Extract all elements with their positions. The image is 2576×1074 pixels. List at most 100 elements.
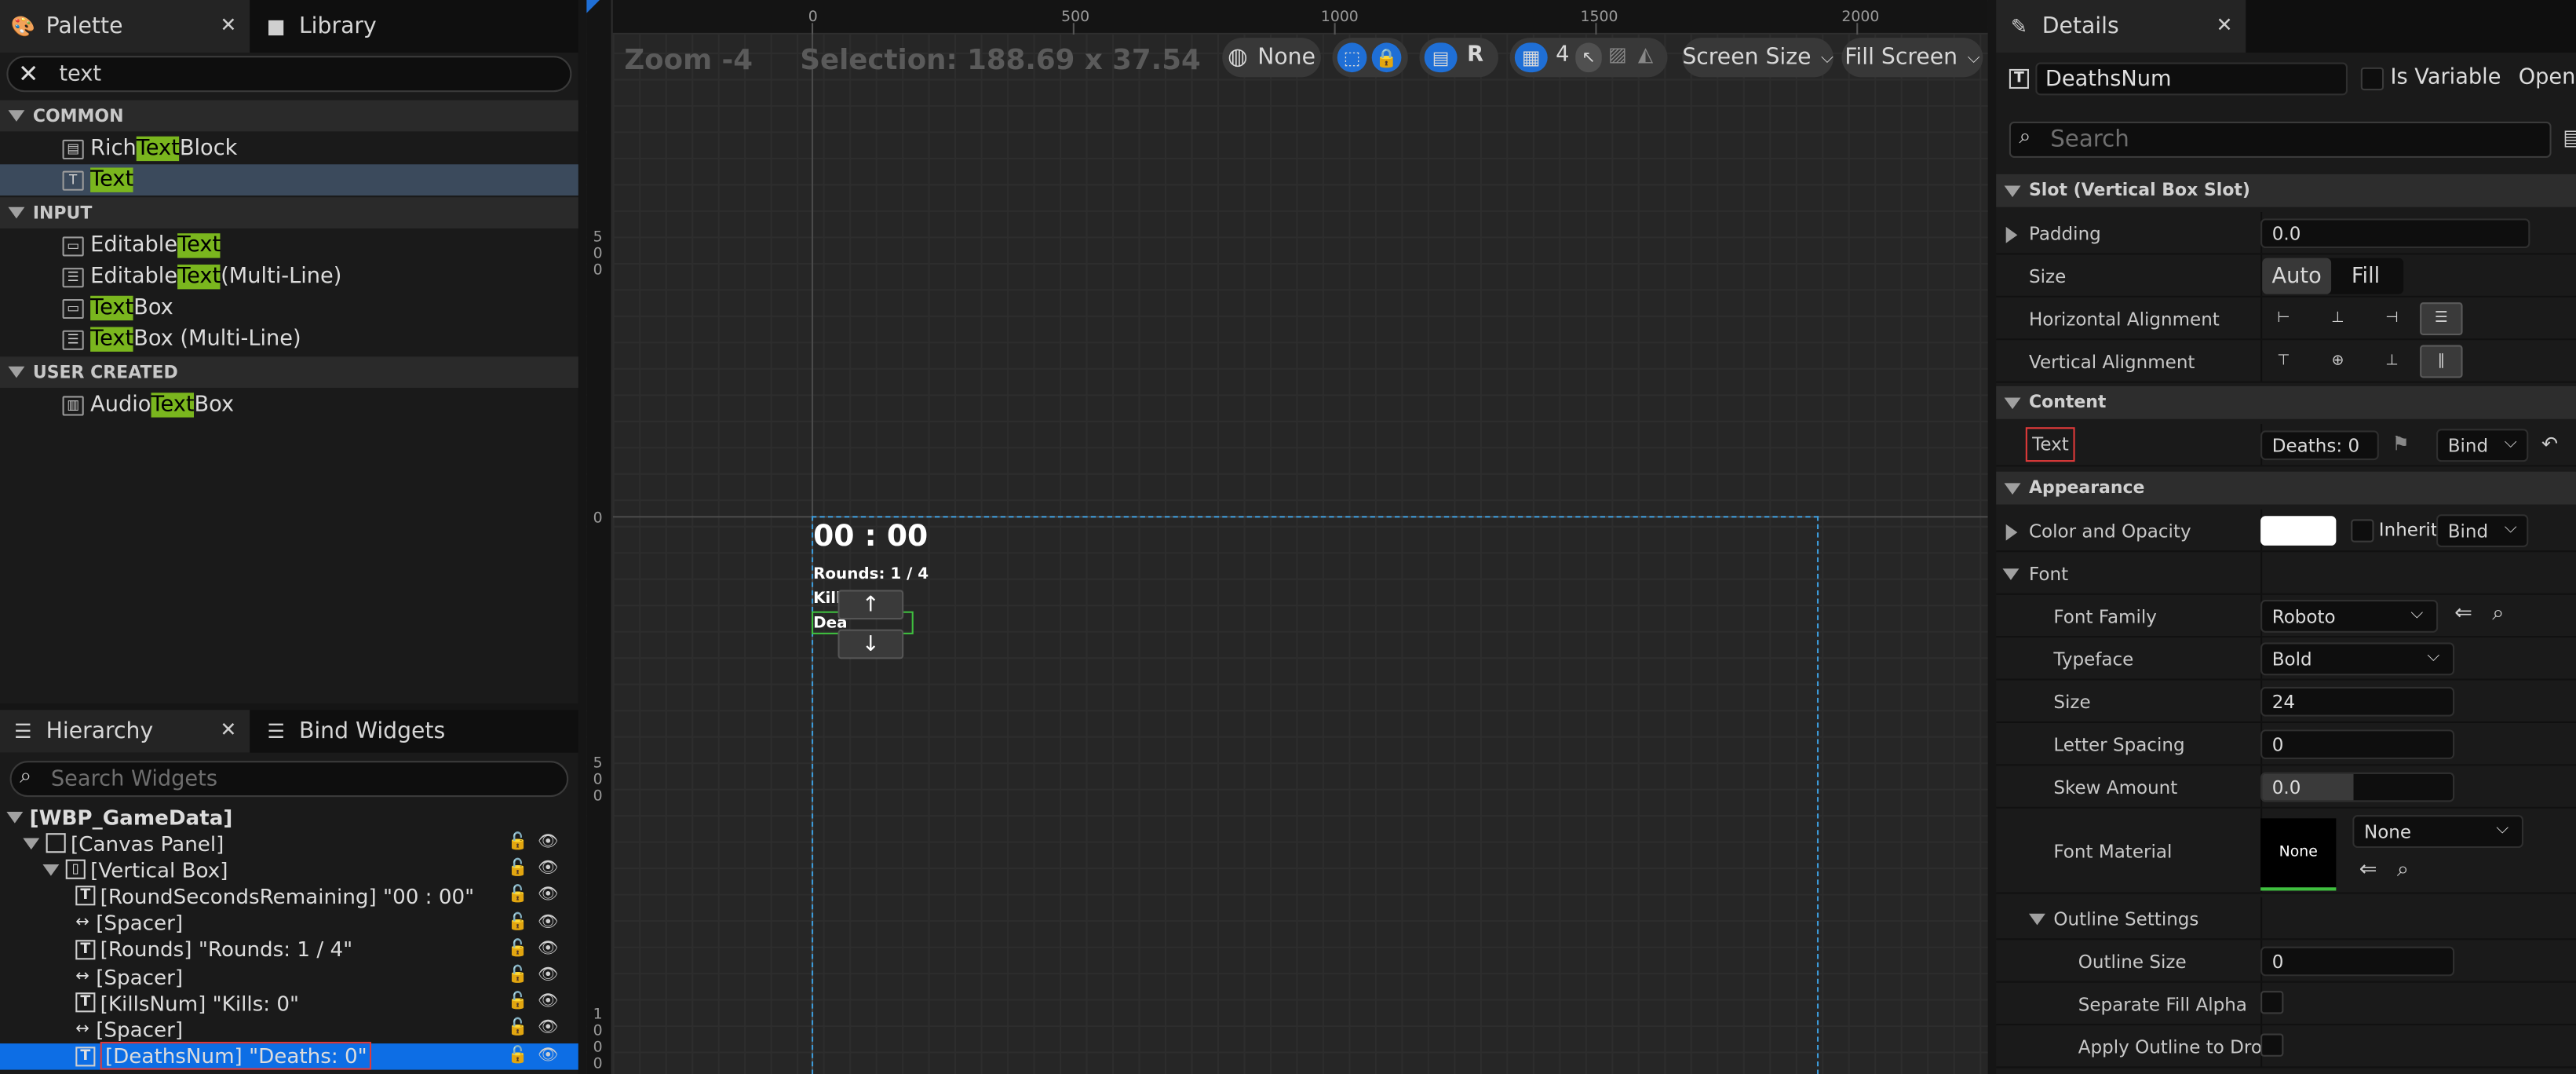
hierarchy-row[interactable]: [Canvas Panel] 🔓👁 — [0, 830, 578, 856]
move-down-button[interactable]: ↓ — [837, 629, 904, 659]
lock-visibility-icon[interactable]: 🔓👁 — [507, 860, 568, 878]
hierarchy-row[interactable]: T [KillsNum] "Kills: 0" 🔓👁 — [0, 989, 578, 1015]
padding-field[interactable]: 0.0 — [2260, 218, 2530, 249]
size-fill-button[interactable]: Fill — [2331, 258, 2400, 294]
section-slot[interactable]: Slot (Vertical Box Slot) — [1996, 174, 2576, 207]
palette-category[interactable]: COMMON — [0, 100, 578, 132]
expand-icon[interactable] — [42, 864, 60, 875]
flow-icon[interactable]: ▤ — [1424, 42, 1458, 73]
lock-icon[interactable]: 🔒 — [1371, 42, 1402, 73]
lock-visibility-icon[interactable]: 🔓👁 — [507, 966, 568, 984]
palette-item[interactable]: ▥ Audio Text Box — [0, 389, 578, 421]
close-icon[interactable]: ✕ — [2216, 13, 2232, 36]
hierarchy-row[interactable]: ↔ [Spacer] 🔓👁 — [0, 1016, 578, 1042]
font-size-field[interactable]: 24 — [2260, 686, 2455, 717]
details-search[interactable]: ⌕ — [2009, 121, 2552, 158]
skew-amount-slider[interactable]: 0.0 — [2260, 772, 2455, 802]
valign-bottom-icon[interactable]: ⊥ — [2370, 345, 2413, 378]
font-material-dropdown[interactable]: None ⌵ — [2352, 815, 2524, 849]
dashed-select-icon[interactable]: ⬚ — [1337, 42, 1367, 73]
tab-palette[interactable]: 🎨 Palette ✕ — [0, 0, 250, 53]
letter-spacing-field[interactable]: 0 — [2260, 729, 2455, 760]
tab-library[interactable]: ■ Library — [253, 0, 575, 53]
text-bind-dropdown[interactable]: Bind ⌵ — [2436, 429, 2529, 462]
lock-visibility-icon[interactable]: 🔓👁 — [507, 1046, 568, 1064]
reset-icon[interactable]: ↶ — [2541, 432, 2558, 455]
valign-top-icon[interactable]: ⊤ — [2262, 345, 2304, 378]
palette-item[interactable]: ▤ Rich Text Block — [0, 133, 578, 165]
open-button[interactable]: Open T — [2519, 66, 2576, 90]
grid-icon[interactable]: ▦ — [1514, 42, 1548, 73]
palette-search-input[interactable] — [47, 61, 571, 86]
expand-icon[interactable] — [6, 810, 24, 823]
inherit-checkbox[interactable] — [2351, 519, 2374, 542]
align-right-icon[interactable]: ⊣ — [2370, 302, 2413, 335]
use-asset-icon[interactable]: ⇐ — [2454, 601, 2472, 626]
browse-asset-icon[interactable]: ⌕ — [2397, 858, 2409, 882]
outline-size-field[interactable]: 0 — [2260, 946, 2455, 977]
align-left-icon[interactable]: ⊢ — [2262, 302, 2304, 335]
hierarchy-row[interactable]: ↔ [Spacer] 🔓👁 — [0, 910, 578, 936]
hierarchy-row[interactable]: ▯ [Vertical Box] 🔓👁 — [0, 857, 578, 882]
is-variable-checkbox[interactable] — [2360, 67, 2384, 91]
collapse-icon[interactable] — [2002, 568, 2020, 580]
font-row[interactable]: Font — [1996, 552, 2576, 595]
hierarchy-search[interactable]: ⌕ — [9, 761, 569, 798]
grid-size-label[interactable]: 4 — [1556, 42, 1569, 67]
expand-icon[interactable] — [2005, 226, 2018, 243]
outline-settings-row[interactable]: Outline Settings — [1996, 897, 2576, 941]
palette-item[interactable]: ▭ Editable Text — [0, 230, 578, 261]
palette-search[interactable]: ✕ — [6, 56, 572, 93]
hierarchy-row[interactable]: T [RoundSecondsRemaining] "00 : 00" 🔓👁 — [0, 883, 578, 909]
typeface-dropdown[interactable]: Bold ⌵ — [2260, 642, 2455, 676]
text-value-field[interactable]: Deaths: 0 — [2260, 430, 2379, 461]
use-asset-icon[interactable]: ⇐ — [2359, 858, 2377, 882]
canvas-rounds-text[interactable]: Rounds: 1 / 4 — [813, 565, 929, 583]
image-icon[interactable]: ▨ — [1608, 42, 1627, 65]
property-matrix-icon[interactable]: ▤ — [2563, 126, 2576, 151]
hierarchy-row[interactable]: T [DeathsNum] "Deaths: 0" 🔓👁 — [0, 1042, 578, 1070]
localize-flag-icon[interactable]: ⚑ — [2392, 432, 2410, 455]
palette-category[interactable]: INPUT — [0, 197, 578, 228]
respect-locks-button[interactable]: R — [1467, 42, 1483, 67]
hierarchy-row[interactable]: ↔ [Spacer] 🔓👁 — [0, 963, 578, 989]
lock-visibility-icon[interactable]: 🔓👁 — [507, 886, 568, 904]
color-swatch[interactable] — [2260, 516, 2337, 546]
separate-fill-alpha-checkbox[interactable] — [2260, 991, 2284, 1014]
valign-fill-icon[interactable]: ‖ — [2420, 345, 2463, 378]
palette-item[interactable]: T Text — [0, 164, 578, 196]
cursor-icon[interactable]: ↖ — [1575, 42, 1602, 73]
color-bind-dropdown[interactable]: Bind ⌵ — [2436, 514, 2529, 548]
lock-visibility-icon[interactable]: 🔓👁 — [507, 1020, 568, 1038]
tab-bind-widgets[interactable]: ☰ Bind Widgets — [253, 710, 575, 752]
align-fill-icon[interactable]: ☰ — [2420, 302, 2463, 335]
canvas-panel-frame[interactable] — [811, 516, 1819, 1074]
clear-search-icon[interactable]: ✕ — [18, 59, 38, 89]
lock-visibility-icon[interactable]: 🔓👁 — [507, 993, 568, 1011]
collapse-icon[interactable] — [2028, 913, 2045, 926]
expand-icon[interactable] — [23, 837, 40, 849]
palette-category[interactable]: USER CREATED — [0, 356, 578, 388]
tab-details[interactable]: ✎ Details ✕ — [1996, 0, 2246, 53]
details-search-input[interactable] — [2050, 126, 2550, 153]
font-family-dropdown[interactable]: Roboto ⌵ — [2260, 599, 2439, 633]
hierarchy-row[interactable]: T [Rounds] "Rounds: 1 / 4" 🔓👁 — [0, 937, 578, 963]
lock-visibility-icon[interactable]: 🔓👁 — [507, 913, 568, 931]
palette-item[interactable]: ☰ Editable Text (Multi-Line) — [0, 261, 578, 293]
close-icon[interactable]: ✕ — [220, 718, 236, 741]
hierarchy-search-input[interactable] — [50, 766, 567, 791]
font-material-thumbnail[interactable]: None — [2260, 818, 2337, 891]
canvas-timer-text[interactable]: 00 : 00 — [813, 519, 928, 553]
size-auto-button[interactable]: Auto — [2262, 258, 2332, 294]
mirror-icon[interactable]: ◭ — [1638, 42, 1653, 65]
section-content[interactable]: Content — [1996, 385, 2576, 419]
valign-center-icon[interactable]: ⊕ — [2316, 345, 2359, 378]
designer-viewport[interactable]: 0 500 1000 1500 2000 5 0 0 0 5 0 0 1 0 0… — [586, 0, 1988, 1074]
browse-asset-icon[interactable]: ⌕ — [2492, 601, 2504, 626]
move-up-button[interactable]: ↑ — [837, 590, 904, 620]
lock-visibility-icon[interactable]: 🔓👁 — [507, 940, 568, 958]
apply-outline-checkbox[interactable] — [2260, 1033, 2284, 1057]
localization-button[interactable]: ◍ None — [1222, 38, 1321, 78]
screen-size-dropdown[interactable]: Screen Size ⌵ — [1682, 38, 1833, 78]
tab-hierarchy[interactable]: ☰ Hierarchy ✕ — [0, 710, 250, 753]
